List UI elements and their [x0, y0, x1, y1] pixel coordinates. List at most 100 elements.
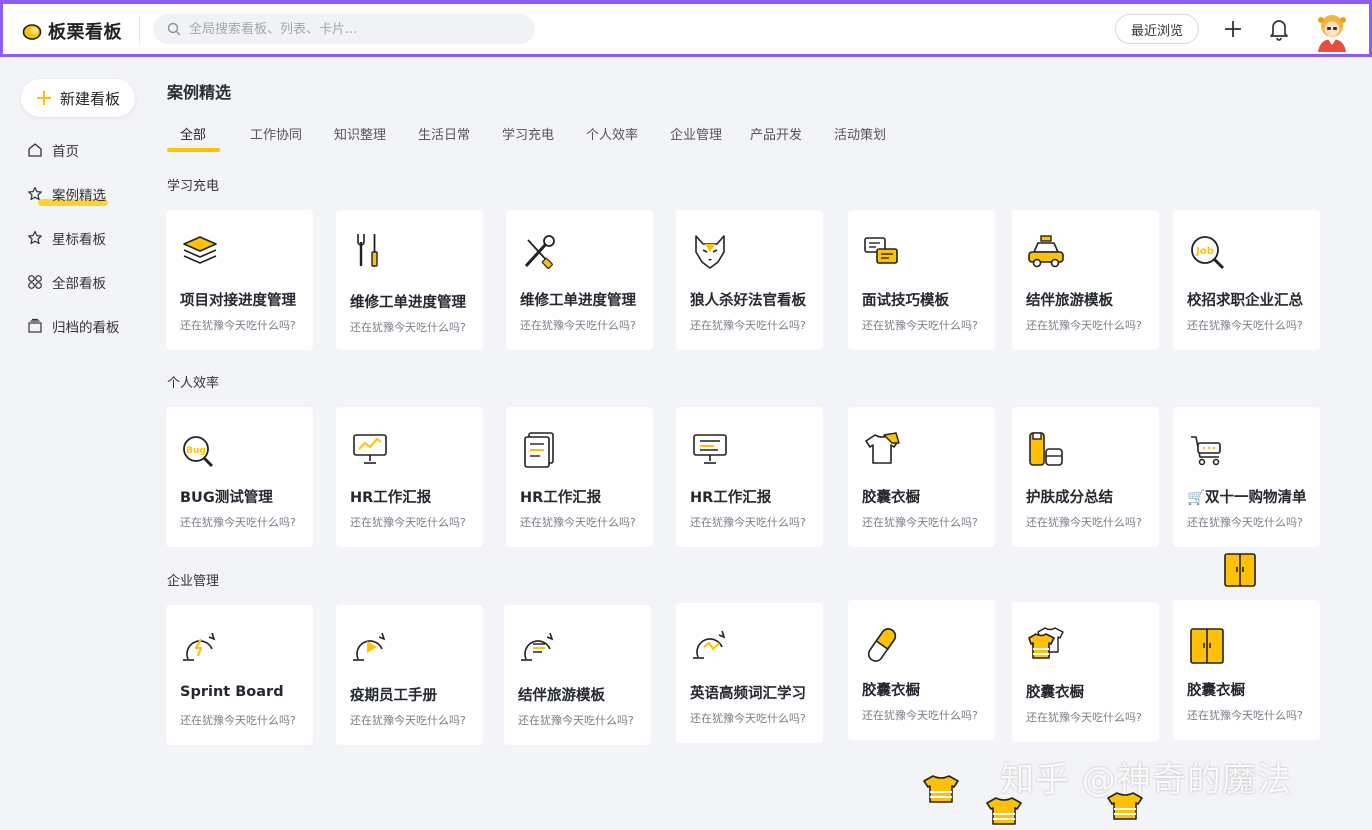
- card-title: 英语高频词汇学习: [690, 686, 806, 702]
- logo-icon: [22, 24, 42, 40]
- card-title: 胶囊衣橱: [862, 683, 920, 699]
- card-subtitle: 还在犹豫今天吃什么吗?: [350, 714, 466, 727]
- card-subtitle: 还在犹豫今天吃什么吗?: [862, 319, 978, 332]
- card-title: 胶囊衣橱: [1026, 685, 1084, 701]
- template-card[interactable]: 英语高频词汇学习 还在犹豫今天吃什么吗?: [676, 603, 823, 743]
- job-search-icon: Job: [1191, 236, 1225, 270]
- document-list-icon: [524, 432, 554, 468]
- template-card[interactable]: 面试技巧模板 还在犹豫今天吃什么吗?: [848, 210, 995, 350]
- tab-product[interactable]: 产品开发: [750, 124, 802, 143]
- card-subtitle: 还在犹豫今天吃什么吗?: [518, 714, 634, 727]
- section-title: 个人效率: [167, 376, 220, 391]
- template-card[interactable]: Bug BUG测试管理 还在犹豫今天吃什么吗?: [166, 407, 313, 547]
- card-title: 狼人杀好法官看板: [690, 293, 806, 309]
- template-card[interactable]: HR工作汇报 还在犹豫今天吃什么吗?: [676, 407, 823, 547]
- add-button[interactable]: [1221, 17, 1245, 41]
- global-search[interactable]: [153, 14, 535, 44]
- card-subtitle: 还在犹豫今天吃什么吗?: [180, 714, 296, 727]
- layers-icon: [183, 236, 217, 264]
- tab-daily-life[interactable]: 生活日常: [418, 124, 470, 143]
- card-title: 项目对接进度管理: [180, 293, 296, 309]
- card-subtitle: 还在犹豫今天吃什么吗?: [690, 516, 806, 529]
- template-card[interactable]: 狼人杀好法官看板 还在犹豫今天吃什么吗?: [676, 210, 823, 350]
- template-card[interactable]: 护肤成分总结 还在犹豫今天吃什么吗?: [1012, 407, 1159, 547]
- card-title: HR工作汇报: [350, 490, 432, 506]
- sidebar-item-featured[interactable]: 案例精选: [27, 183, 108, 206]
- card-subtitle: 还在犹豫今天吃什么吗?: [350, 321, 466, 334]
- sidebar-item-label: 全部看板: [52, 276, 106, 292]
- template-card[interactable]: 胶囊衣橱 还在犹豫今天吃什么吗?: [1012, 602, 1159, 742]
- sidebar-item-archived[interactable]: 归档的看板: [27, 315, 120, 337]
- watermark: 知乎 @神奇的魔法: [1000, 760, 1292, 800]
- template-card[interactable]: 胶囊衣橱 还在犹豫今天吃什么吗?: [1173, 600, 1320, 740]
- card-subtitle: 还在犹豫今天吃什么吗?: [180, 516, 296, 529]
- card-title: 维修工单进度管理: [350, 295, 466, 311]
- card-title: HR工作汇报: [690, 490, 772, 506]
- template-card[interactable]: Job 校招求职企业汇总 还在犹豫今天吃什么吗?: [1173, 210, 1320, 350]
- tab-collaboration[interactable]: 工作协同: [250, 124, 302, 143]
- card-title: 疫期员工手册: [350, 688, 437, 704]
- card-subtitle: 还在犹豫今天吃什么吗?: [350, 516, 466, 529]
- card-subtitle: 还在犹豫今天吃什么吗?: [1026, 319, 1142, 332]
- chat-icon: [864, 237, 898, 264]
- template-card[interactable]: 维修工单进度管理 还在犹豫今天吃什么吗?: [336, 210, 483, 350]
- sidebar-item-all-boards[interactable]: 全部看板: [27, 271, 106, 293]
- sidebar-item-label: 归档的看板: [52, 320, 120, 336]
- tab-knowledge[interactable]: 知识整理: [334, 124, 386, 143]
- card-subtitle: 还在犹豫今天吃什么吗?: [520, 516, 636, 529]
- presentation-chart-icon: [353, 434, 387, 464]
- tab-events[interactable]: 活动策划: [834, 124, 886, 143]
- sidebar-item-home[interactable]: 首页: [27, 139, 79, 161]
- cart-icon: [1191, 436, 1221, 466]
- search-icon: [167, 22, 181, 36]
- new-board-label: 新建看板: [59, 89, 120, 108]
- card-title: Sprint Board: [180, 684, 284, 700]
- template-card[interactable]: 项目对接进度管理 还在犹豫今天吃什么吗?: [166, 210, 313, 350]
- wolf-icon: [695, 235, 725, 269]
- card-subtitle: 还在犹豫今天吃什么吗?: [862, 516, 978, 529]
- tab-all[interactable]: 全部: [180, 124, 206, 143]
- template-card[interactable]: Sprint Board 还在犹豫今天吃什么吗?: [166, 605, 313, 745]
- wardrobe-icon: [1224, 553, 1256, 587]
- template-card[interactable]: 结伴旅游模板 还在犹豫今天吃什么吗?: [1012, 210, 1159, 350]
- bug-search-icon: Bug: [183, 436, 214, 468]
- wardrobe-icon: [1190, 628, 1224, 664]
- card-subtitle: 还在犹豫今天吃什么吗?: [520, 319, 636, 332]
- sidebar-item-label: 星标看板: [52, 232, 106, 248]
- search-input[interactable]: [189, 21, 509, 37]
- sprint-list-icon: [521, 632, 554, 661]
- template-card[interactable]: 维修工单进度管理 还在犹豫今天吃什么吗?: [506, 210, 653, 350]
- template-card[interactable]: HR工作汇报 还在犹豫今天吃什么吗?: [506, 407, 653, 547]
- template-card[interactable]: 结伴旅游模板 还在犹豫今天吃什么吗?: [504, 605, 651, 745]
- page-title: 案例精选: [167, 83, 232, 102]
- tab-personal-efficiency[interactable]: 个人效率: [586, 124, 638, 143]
- star-outline-icon: [28, 230, 42, 245]
- recent-button[interactable]: 最近浏览: [1115, 14, 1199, 44]
- sidebar-item-starred[interactable]: 星标看板: [27, 227, 106, 249]
- card-subtitle: 还在犹豫今天吃什么吗?: [690, 712, 806, 725]
- sidebar-item-label: 案例精选: [38, 184, 108, 206]
- template-card[interactable]: 胶囊衣橱 还在犹豫今天吃什么吗?: [848, 407, 995, 547]
- card-title: 🛒双十一购物清单: [1187, 490, 1307, 506]
- app-logo[interactable]: 板栗看板: [22, 18, 122, 44]
- section-title: 企业管理: [167, 574, 220, 589]
- notification-button[interactable]: [1267, 17, 1291, 41]
- card-subtitle: 还在犹豫今天吃什么吗?: [862, 709, 978, 722]
- tab-enterprise[interactable]: 企业管理: [670, 124, 722, 143]
- card-subtitle: 还在犹豫今天吃什么吗?: [1187, 516, 1303, 529]
- new-board-button[interactable]: 新建看板: [21, 79, 135, 117]
- template-card[interactable]: 疫期员工手册 还在犹豫今天吃什么吗?: [336, 605, 483, 745]
- top-bar: 板栗看板 最近浏览: [0, 0, 1372, 57]
- template-card[interactable]: 胶囊衣橱 还在犹豫今天吃什么吗?: [848, 600, 995, 740]
- user-avatar[interactable]: [1311, 12, 1353, 52]
- plus-icon: [36, 91, 51, 105]
- template-card[interactable]: 🛒双十一购物清单 还在犹豫今天吃什么吗?: [1173, 407, 1320, 547]
- card-subtitle: 还在犹豫今天吃什么吗?: [1187, 709, 1303, 722]
- card-title: 面试技巧模板: [862, 293, 949, 309]
- archive-icon: [28, 318, 42, 333]
- skincare-icon: [1029, 432, 1063, 466]
- bell-icon: [1270, 20, 1288, 41]
- tshirt-icon: [865, 432, 900, 464]
- tab-learning[interactable]: 学习充电: [502, 124, 554, 143]
- template-card[interactable]: HR工作汇报 还在犹豫今天吃什么吗?: [336, 407, 483, 547]
